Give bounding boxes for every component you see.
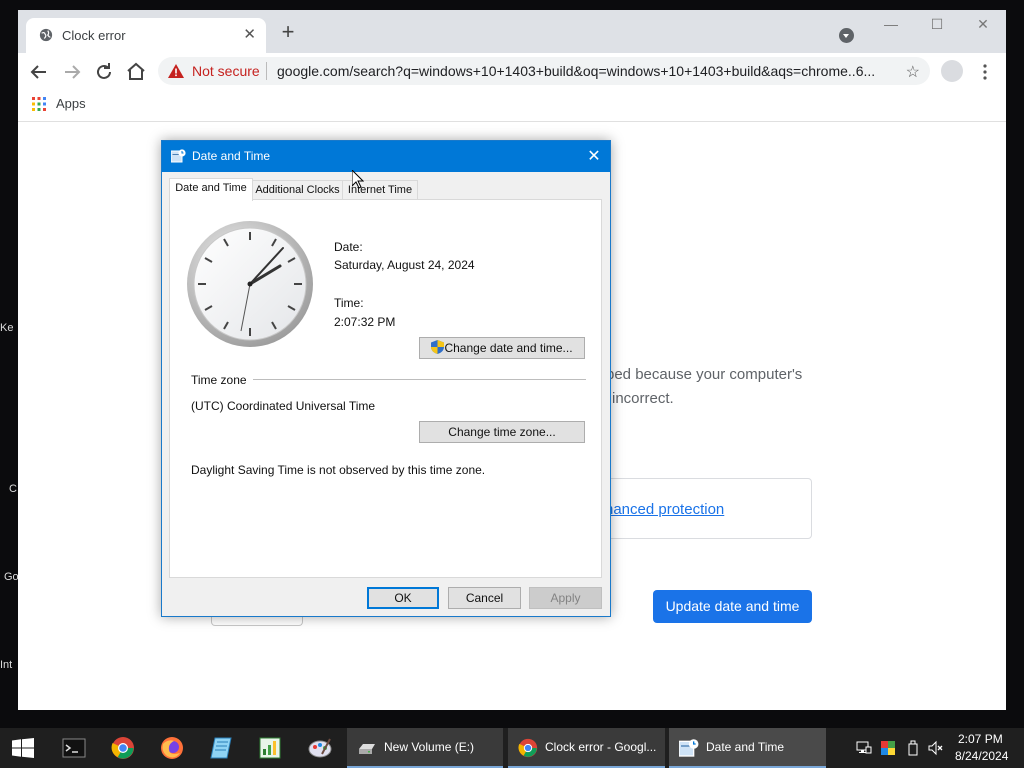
firefox-icon[interactable] (160, 736, 184, 760)
taskbar-clock-time[interactable]: 2:07 PM (958, 732, 1003, 746)
apply-button: Apply (529, 587, 602, 609)
network-icon[interactable] (856, 740, 872, 756)
browser-toolbar: Not secure google.com/search?q=windows+1… (18, 53, 1006, 90)
drive-icon (359, 744, 375, 754)
tab-clock-error[interactable]: Clock error ✕ (26, 18, 266, 53)
apps-bookmark[interactable]: Apps (56, 96, 86, 111)
date-time-dialog: Date and Time ✕ Date and Time Additional… (161, 140, 611, 617)
dialog-title: Date and Time (192, 149, 271, 163)
date-time-icon (171, 149, 186, 163)
change-timezone-button[interactable]: Change time zone... (419, 421, 585, 443)
desktop-icon-label[interactable]: Int (0, 659, 18, 673)
close-tab-icon[interactable]: ✕ (243, 25, 256, 43)
url-text[interactable]: google.com/search?q=windows+10+1403+buil… (277, 63, 897, 79)
update-date-time-button[interactable]: Update date and time (653, 590, 812, 623)
maximize-button[interactable]: ☐ (922, 16, 952, 38)
desktop-icon-label[interactable]: Ke (0, 322, 18, 336)
tab-search-icon[interactable] (839, 28, 854, 43)
enhanced-protection-link[interactable]: hanced protection (605, 501, 724, 518)
windows-start-icon[interactable] (12, 738, 34, 758)
divider (253, 379, 586, 380)
tab-panel: Date: Saturday, August 24, 2024 Time: 2:… (169, 199, 602, 578)
time-label: Time: (334, 296, 364, 310)
error-body-line: ped because your computer's (606, 366, 803, 383)
change-date-time-label: Change date and time... (444, 341, 573, 355)
tab-title: Clock error (62, 28, 126, 43)
close-window-button[interactable]: ✕ (968, 16, 998, 38)
error-body-line: incorrect. (612, 390, 674, 407)
analog-clock-icon (187, 221, 313, 347)
chrome-icon[interactable] (111, 736, 135, 760)
forward-icon[interactable] (60, 60, 84, 84)
tab-date-and-time[interactable]: Date and Time (169, 178, 253, 201)
date-time-icon (679, 739, 699, 757)
ok-button[interactable]: OK (367, 587, 439, 609)
taskbar-item-label: Clock error - Googl... (545, 740, 657, 754)
bookmarks-bar: Apps (18, 90, 1006, 122)
taskbar-item-new-volume[interactable]: New Volume (E:) (347, 728, 503, 768)
back-icon[interactable] (27, 60, 51, 84)
address-bar[interactable]: Not secure google.com/search?q=windows+1… (158, 57, 930, 85)
color-app-tray-icon[interactable] (880, 740, 896, 756)
terminal-icon[interactable] (62, 736, 86, 760)
dst-note: Daylight Saving Time is not observed by … (191, 463, 486, 477)
divider (266, 62, 267, 80)
timezone-value: (UTC) Coordinated Universal Time (191, 399, 376, 413)
profile-avatar[interactable] (941, 60, 963, 82)
taskbar-item-label: New Volume (E:) (384, 740, 475, 754)
globe-icon (39, 28, 53, 42)
uac-shield-icon (431, 340, 445, 354)
timezone-heading: Time zone (191, 373, 247, 387)
chart-app-icon[interactable] (258, 736, 282, 760)
taskbar-item-label: Date and Time (706, 740, 785, 754)
reload-icon[interactable] (92, 60, 116, 84)
taskbar-item-chrome[interactable]: Clock error - Googl... (508, 728, 665, 768)
dialog-titlebar[interactable]: Date and Time ✕ (162, 141, 610, 172)
apps-grid-icon[interactable] (32, 97, 46, 111)
taskbar-item-date-time[interactable]: Date and Time (669, 728, 826, 768)
cancel-button[interactable]: Cancel (448, 587, 521, 609)
browser-titlebar: Clock error ✕ + — ☐ ✕ (18, 10, 1006, 53)
usb-device-icon[interactable] (905, 740, 921, 756)
date-label: Date: (334, 240, 363, 254)
chrome-icon (518, 738, 538, 758)
dialog-close-icon[interactable]: ✕ (578, 141, 610, 172)
menu-dots-icon[interactable] (980, 62, 990, 82)
notes-app-icon[interactable] (209, 736, 233, 760)
mouse-cursor-icon (352, 170, 364, 189)
date-value: Saturday, August 24, 2024 (334, 258, 475, 272)
not-secure-label[interactable]: Not secure (192, 63, 260, 79)
change-date-time-button[interactable]: Change date and time... (419, 337, 585, 359)
volume-muted-icon[interactable] (928, 740, 944, 756)
warning-icon[interactable] (168, 64, 184, 78)
home-icon[interactable] (124, 60, 148, 84)
taskbar: New Volume (E:) Clock error - Googl... D… (0, 728, 1024, 768)
new-tab-button[interactable]: + (278, 21, 298, 43)
taskbar-clock-date[interactable]: 8/24/2024 (955, 749, 1008, 763)
star-icon[interactable]: ☆ (906, 62, 920, 82)
paint-app-icon[interactable] (308, 736, 332, 760)
minimize-button[interactable]: — (876, 16, 906, 38)
tab-additional-clocks[interactable]: Additional Clocks (252, 180, 343, 201)
time-value: 2:07:32 PM (334, 315, 396, 329)
